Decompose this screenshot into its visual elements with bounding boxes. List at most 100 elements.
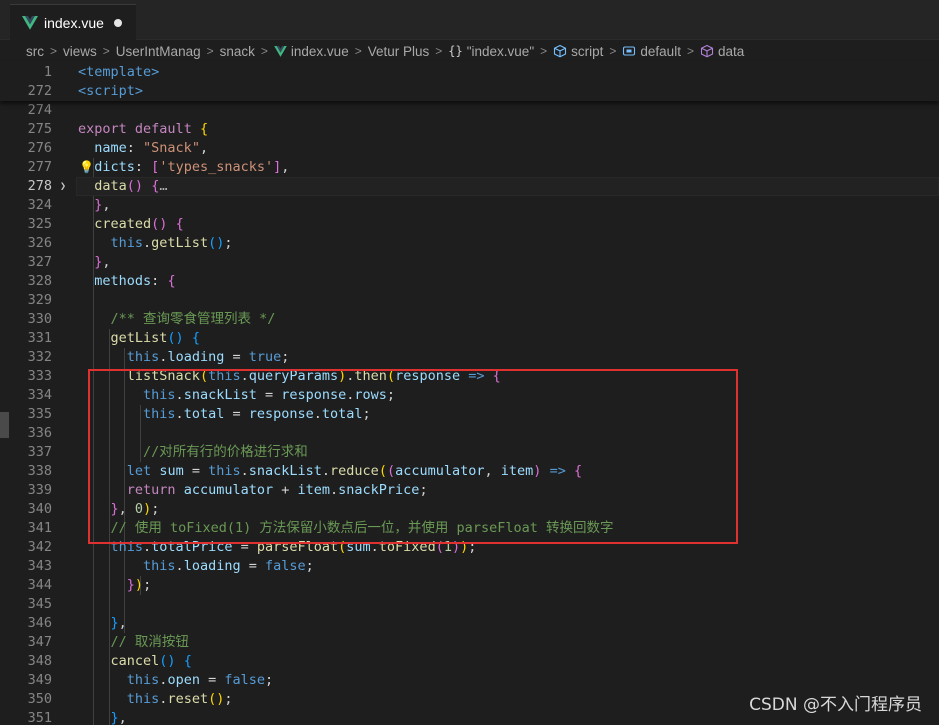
code-line[interactable]: 347 // 取消按钮 <box>0 633 939 652</box>
code-text: /** 查询零食管理列表 */ <box>78 310 276 329</box>
code-text: }, <box>78 709 127 725</box>
line-number: 347 <box>27 634 52 650</box>
code-line[interactable]: 345 <box>0 595 939 614</box>
code-token: , <box>281 159 290 175</box>
code-token: default <box>134 121 192 137</box>
code-line[interactable]: 327 }, <box>0 253 939 272</box>
code-token: , <box>199 140 209 156</box>
code-token: this <box>110 235 144 251</box>
breadcrumb-label: Vetur Plus <box>367 43 430 59</box>
code-line[interactable]: 331 getList() { <box>0 329 939 348</box>
unsaved-dot-icon[interactable] <box>114 18 122 27</box>
line-number: 342 <box>27 539 52 555</box>
code-token: ; <box>281 349 290 365</box>
code-text: }, <box>78 614 127 633</box>
code-token: … <box>159 178 168 194</box>
code-token: () <box>208 235 225 251</box>
breadcrumb-data[interactable]: data <box>700 44 744 59</box>
code-line[interactable]: 274 <box>0 101 939 120</box>
breadcrumb-label: default <box>640 43 681 59</box>
code-line[interactable]: 275 export default { <box>0 120 939 139</box>
code-token: ; <box>224 235 233 251</box>
code-line[interactable]: 276 name: "Snack", <box>0 139 939 158</box>
breadcrumb-index-vue[interactable]: index.vue <box>274 44 349 59</box>
line-number: 336 <box>27 425 52 441</box>
editor-tab-index-vue[interactable]: index.vue <box>10 4 136 40</box>
code-token: () <box>167 330 184 346</box>
code-text: getList() { <box>78 329 200 348</box>
code-token: <template> <box>78 64 160 80</box>
breadcrumb-views[interactable]: views <box>63 44 97 59</box>
code-line[interactable]: 328 methods: { <box>0 272 939 291</box>
line-number: 333 <box>27 368 52 384</box>
code-text: cancel() { <box>78 652 192 671</box>
module-cube-icon <box>554 44 567 58</box>
breadcrumb-userintmanag[interactable]: UserIntManag <box>116 44 201 59</box>
code-line[interactable]: 325 created() { <box>0 215 939 234</box>
breadcrumb: src > views > UserIntManag > snack > ind… <box>0 40 939 62</box>
tab-label: index.vue <box>44 14 104 31</box>
code-text: export default { <box>78 120 208 139</box>
code-line[interactable]: 277 dicts: ['types_snacks'], 💡 <box>0 158 939 177</box>
line-number: 331 <box>27 330 52 346</box>
code-token: ; <box>143 577 152 593</box>
code-line[interactable]: 326 this.getList(); <box>0 234 939 253</box>
code-token: getList <box>151 235 209 251</box>
code-line[interactable]: 278 ❯ data() {… <box>0 177 939 196</box>
code-line[interactable]: 324 }, <box>0 196 939 215</box>
code-text: dicts: ['types_snacks'], <box>78 158 289 177</box>
code-token: /** 查询零食管理列表 */ <box>110 311 276 327</box>
code-line[interactable]: 330 /** 查询零食管理列表 */ <box>0 310 939 329</box>
code-token: // 取消按钮 <box>110 634 189 650</box>
code-text: this.reset(); <box>78 690 233 709</box>
code-line[interactable]: 348 cancel() { <box>0 652 939 671</box>
code-token: = <box>199 672 225 688</box>
line-number: 344 <box>27 577 52 593</box>
code-token: this <box>126 672 160 688</box>
code-token: open <box>167 672 200 688</box>
code-line[interactable]: 272 <script> <box>0 82 939 101</box>
code-line[interactable]: 343 this.loading = false; <box>0 557 939 576</box>
code-text: this.open = false; <box>78 671 273 690</box>
code-line[interactable]: 344 }); <box>0 576 939 595</box>
code-token: <script> <box>78 83 144 99</box>
breadcrumb-label: UserIntManag <box>115 43 201 59</box>
breadcrumb-label: index.vue <box>290 43 349 59</box>
code-line[interactable]: 332 this.loading = true; <box>0 348 939 367</box>
line-number: 327 <box>27 254 52 270</box>
code-token: } <box>110 710 119 725</box>
code-line[interactable]: 329 <box>0 291 939 310</box>
code-token: : <box>151 273 168 289</box>
line-number: 340 <box>27 501 52 517</box>
line-number: 341 <box>27 520 52 536</box>
code-token: data <box>94 178 127 194</box>
code-token: , <box>102 197 111 213</box>
breadcrumb-vetur-plus[interactable]: Vetur Plus <box>368 44 430 59</box>
breadcrumb-script[interactable]: script <box>553 44 603 59</box>
lightbulb-icon[interactable]: 💡 <box>79 158 94 177</box>
watermark: CSDN @不入门程序员 <box>749 695 922 715</box>
breadcrumb-src[interactable]: src <box>26 44 44 59</box>
breadcrumb-snack[interactable]: snack <box>220 44 255 59</box>
code-line[interactable]: 1 <template> <box>0 63 939 82</box>
braces-icon: {} <box>448 44 463 58</box>
code-line[interactable]: 349 this.open = false; <box>0 671 939 690</box>
line-number: 274 <box>27 102 52 118</box>
breadcrumb-default[interactable]: default <box>622 44 681 59</box>
code-text: created() { <box>78 215 183 234</box>
breadcrumb-index-vue-symbol[interactable]: {} "index.vue" <box>448 44 534 59</box>
fold-chevron-icon[interactable]: ❯ <box>60 177 72 196</box>
line-number: 272 <box>27 83 52 99</box>
tab-bar: index.vue <box>0 0 939 40</box>
code-line[interactable]: 346 }, <box>0 614 939 633</box>
code-text: <script> <box>78 82 143 101</box>
